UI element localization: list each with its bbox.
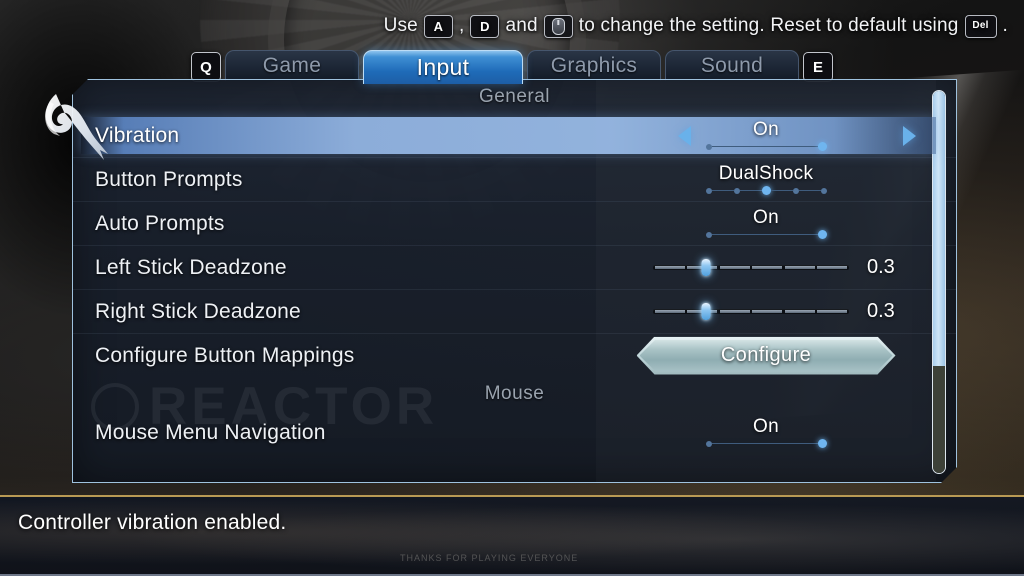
slider-tick xyxy=(720,266,750,269)
status-signature: THANKS FOR PLAYING EVERYONE xyxy=(400,553,579,563)
setting-control[interactable]: On xyxy=(596,202,936,245)
slider-ticks xyxy=(655,266,847,269)
slider-control[interactable]: 0.3 xyxy=(631,300,901,323)
game-settings-screen: Use A , D and to change the setting. Res… xyxy=(0,0,1024,576)
step-connector xyxy=(712,146,818,148)
slider-tick xyxy=(817,310,847,313)
setting-label: Vibration xyxy=(95,123,180,147)
settings-row[interactable]: Right Stick Deadzone 0.3 xyxy=(73,289,956,333)
slider-handle[interactable] xyxy=(701,303,710,320)
settings-row[interactable]: Button Prompts DualShock xyxy=(73,157,956,201)
hint-comma: , xyxy=(458,15,465,36)
setting-label: Left Stick Deadzone xyxy=(95,255,287,279)
slider-value: 0.3 xyxy=(867,256,895,278)
tab-graphics[interactable]: Graphics xyxy=(527,50,661,81)
slider-tick xyxy=(655,310,685,313)
step-dot-active xyxy=(818,439,827,448)
option-step-indicator xyxy=(706,142,827,151)
setting-control[interactable]: On xyxy=(596,411,936,454)
arrow-left-icon[interactable] xyxy=(678,126,691,146)
slider-handle[interactable] xyxy=(701,259,710,276)
settings-row[interactable]: Left Stick Deadzone 0.3 xyxy=(73,245,956,289)
key-d-badge: D xyxy=(470,14,500,38)
setting-label: Auto Prompts xyxy=(95,211,225,235)
option-step-indicator xyxy=(706,186,827,195)
slider-control[interactable]: 0.3 xyxy=(631,256,901,279)
setting-control[interactable]: DualShock xyxy=(596,158,936,201)
slider-tick xyxy=(720,310,750,313)
hint-bar: Use A , D and to change the setting. Res… xyxy=(0,0,1024,52)
tab-input[interactable]: Input xyxy=(363,50,523,84)
step-dot xyxy=(821,188,827,194)
slider-ticks xyxy=(655,310,847,313)
settings-row[interactable]: Auto Prompts On xyxy=(73,201,956,245)
tab-sound[interactable]: Sound xyxy=(665,50,799,81)
step-dot-active xyxy=(818,142,827,151)
hint-text: Use A , D and to change the setting. Res… xyxy=(383,14,1008,38)
slider-tick xyxy=(785,266,815,269)
key-a-badge: A xyxy=(423,14,453,38)
settings-row-group: Mouse Menu Navigation On xyxy=(73,411,956,454)
slider-tick xyxy=(752,310,782,313)
step-connector xyxy=(740,190,762,192)
option-selector[interactable]: On xyxy=(651,208,881,239)
step-connector xyxy=(771,190,793,192)
settings-panel: REACTOR General Vibration On Button Prompts… xyxy=(72,79,957,483)
option-value: DualShock xyxy=(718,163,814,184)
slider-value: 0.3 xyxy=(867,300,895,322)
status-bar: Controller vibration enabled. THANKS FOR… xyxy=(0,495,1024,576)
option-step-indicator xyxy=(706,439,827,448)
settings-row-group: Vibration On Button Prompts DualShock Auto P… xyxy=(73,114,956,377)
hint-prefix: Use xyxy=(383,15,418,36)
slider-tick xyxy=(655,266,685,269)
slider-tick xyxy=(785,310,815,313)
settings-row[interactable]: Configure Button Mappings Configure xyxy=(73,333,956,377)
setting-control[interactable]: 0.3 xyxy=(596,246,936,289)
hint-middle: to change the setting. Reset to default … xyxy=(578,15,959,36)
section-header: General xyxy=(478,86,551,107)
step-dot-active xyxy=(762,186,771,195)
option-selector[interactable]: DualShock xyxy=(651,164,881,195)
slider-track-area[interactable] xyxy=(653,259,849,277)
option-value: On xyxy=(753,119,779,140)
section-header: Mouse xyxy=(484,383,545,404)
step-connector xyxy=(712,234,818,236)
option-step-indicator xyxy=(706,230,827,239)
setting-control[interactable]: 0.3 xyxy=(596,290,936,333)
option-value: On xyxy=(753,207,779,228)
settings-tab-bar: Q Game Input Graphics Sound E xyxy=(0,50,1024,84)
slider-tick xyxy=(817,266,847,269)
option-selector[interactable]: On xyxy=(651,417,881,448)
setting-control[interactable]: On xyxy=(596,114,936,157)
step-connector xyxy=(712,443,818,445)
option-value: On xyxy=(753,416,779,437)
step-dot-active xyxy=(818,230,827,239)
settings-row[interactable]: Mouse Menu Navigation On xyxy=(73,411,956,454)
configure-button-frame: Configure xyxy=(637,337,896,375)
tab-game[interactable]: Game xyxy=(225,50,359,81)
setting-label: Configure Button Mappings xyxy=(95,343,355,367)
slider-track-area[interactable] xyxy=(653,303,849,321)
setting-label: Right Stick Deadzone xyxy=(95,299,301,323)
arrow-right-icon[interactable] xyxy=(903,126,916,146)
key-del-badge: Del xyxy=(964,14,997,38)
slider-tick xyxy=(752,266,782,269)
settings-sections: General Vibration On Button Prompts DualShoc… xyxy=(73,80,956,454)
tab-next-key-badge[interactable]: E xyxy=(803,52,833,82)
hint-and: and xyxy=(505,15,538,36)
configure-button[interactable]: Configure xyxy=(640,340,893,372)
tab-prev-key-badge[interactable]: Q xyxy=(191,52,221,82)
settings-row[interactable]: Vibration On xyxy=(73,114,956,157)
hint-period: . xyxy=(1002,15,1008,36)
setting-label: Button Prompts xyxy=(95,167,243,191)
setting-control[interactable]: Configure xyxy=(596,334,936,377)
status-message: Controller vibration enabled. xyxy=(18,511,287,534)
step-connector xyxy=(799,190,821,192)
step-connector xyxy=(712,190,734,192)
setting-label: Mouse Menu Navigation xyxy=(95,420,326,444)
mouse-icon xyxy=(543,14,573,38)
